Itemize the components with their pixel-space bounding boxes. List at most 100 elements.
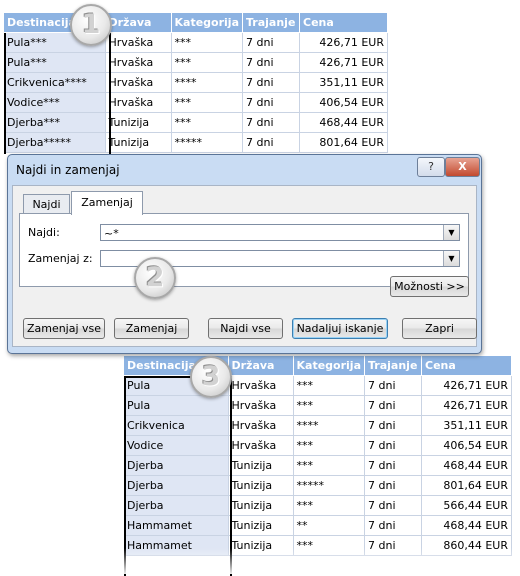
- table-cell[interactable]: 7 dni: [242, 32, 300, 53]
- table-cell[interactable]: ***: [293, 535, 365, 556]
- tab-najdi[interactable]: Najdi: [23, 194, 70, 214]
- table-cell[interactable]: 406,54 EUR: [299, 92, 388, 113]
- table-cell[interactable]: Hrvaška: [228, 395, 294, 416]
- table-cell[interactable]: Djerba: [124, 455, 229, 476]
- table-cell[interactable]: 801,64 EUR: [299, 132, 388, 153]
- table-cell[interactable]: 468,44 EUR: [421, 515, 512, 536]
- table-cell[interactable]: Hrvaška: [228, 375, 294, 396]
- column-header[interactable]: Cena: [421, 356, 512, 376]
- table-cell[interactable]: ***: [293, 455, 365, 476]
- table-cell[interactable]: *****: [171, 132, 243, 153]
- table-cell[interactable]: 426,71 EUR: [299, 32, 388, 53]
- find-all-button[interactable]: Najdi vse: [208, 318, 283, 339]
- table-cell[interactable]: Pula***: [4, 52, 106, 73]
- chevron-down-icon[interactable]: ▼: [443, 251, 459, 266]
- table-cell[interactable]: 406,54 EUR: [421, 435, 512, 456]
- table-row: Djerba***** Tunizija ***** 7 dni 801,64 EUR: [4, 132, 388, 153]
- table-cell[interactable]: 566,44 EUR: [421, 495, 512, 516]
- options-button[interactable]: Možnosti >>: [390, 276, 469, 297]
- table-cell[interactable]: 7 dni: [364, 395, 422, 416]
- table-cell[interactable]: 7 dni: [242, 72, 300, 93]
- table-cell[interactable]: ****: [171, 72, 243, 93]
- table-cell[interactable]: Tunizija: [105, 112, 172, 133]
- table-cell[interactable]: 351,11 EUR: [299, 72, 388, 93]
- column-header[interactable]: Trajanje: [242, 13, 300, 33]
- table-cell[interactable]: 7 dni: [242, 92, 300, 113]
- table-cell[interactable]: Hrvaška: [105, 92, 172, 113]
- table-row: Vodice*** Hrvaška *** 7 dni 406,54 EUR: [4, 92, 388, 113]
- table-row: Pula*** Hrvaška *** 7 dni 426,71 EUR: [4, 52, 388, 73]
- table-cell[interactable]: 426,71 EUR: [421, 375, 512, 396]
- table-cell[interactable]: 7 dni: [364, 375, 422, 396]
- table-cell[interactable]: Djerba: [124, 475, 229, 496]
- table-cell[interactable]: Hrvaška: [105, 52, 172, 73]
- column-header[interactable]: Država: [228, 356, 294, 376]
- table-cell[interactable]: Hrvaška: [105, 72, 172, 93]
- find-next-button[interactable]: Nadaljuj iskanje: [292, 318, 388, 339]
- table-cell[interactable]: Tunizija: [228, 495, 294, 516]
- table-cell[interactable]: Vodice: [124, 435, 229, 456]
- find-replace-dialog: Najdi in zamenjaj ? X Najdi Zamenjaj Naj…: [7, 154, 482, 354]
- table-cell[interactable]: ***: [293, 395, 365, 416]
- table-cell[interactable]: 7 dni: [364, 455, 422, 476]
- table-cell[interactable]: 7 dni: [364, 415, 422, 436]
- table-cell[interactable]: ***: [171, 52, 243, 73]
- table-cell[interactable]: 7 dni: [364, 535, 422, 556]
- table-cell[interactable]: ****: [293, 415, 365, 436]
- replace-button[interactable]: Zamenjaj: [114, 318, 189, 339]
- table-cell[interactable]: 7 dni: [242, 132, 300, 153]
- table-cell[interactable]: Hammamet: [124, 535, 229, 556]
- table-cell[interactable]: 860,44 EUR: [421, 535, 512, 556]
- close-window-button[interactable]: X: [445, 157, 480, 177]
- table-cell[interactable]: Hrvaška: [105, 32, 172, 53]
- table-cell[interactable]: 7 dni: [364, 515, 422, 536]
- table-cell[interactable]: Vodice***: [4, 92, 106, 113]
- table-cell[interactable]: 351,11 EUR: [421, 415, 512, 436]
- table-cell[interactable]: 7 dni: [364, 435, 422, 456]
- chevron-down-icon[interactable]: ▼: [443, 225, 459, 240]
- tab-zamenjaj[interactable]: Zamenjaj: [71, 191, 143, 215]
- column-header[interactable]: Cena: [299, 13, 388, 33]
- replace-all-button[interactable]: Zamenjaj vse: [23, 318, 105, 339]
- table-cell[interactable]: ***: [171, 32, 243, 53]
- table-cell[interactable]: 468,44 EUR: [299, 112, 388, 133]
- column-header[interactable]: Država: [105, 13, 172, 33]
- table-cell[interactable]: ***: [293, 435, 365, 456]
- table-cell[interactable]: Crikvenica****: [4, 72, 106, 93]
- table-cell[interactable]: 426,71 EUR: [299, 52, 388, 73]
- table-cell[interactable]: *****: [293, 475, 365, 496]
- table-cell[interactable]: Djerba***: [4, 112, 106, 133]
- table-cell[interactable]: 468,44 EUR: [421, 455, 512, 476]
- column-header[interactable]: Kategorija: [293, 356, 365, 376]
- table-cell[interactable]: ***: [293, 495, 365, 516]
- table-cell[interactable]: 7 dni: [242, 52, 300, 73]
- table-cell[interactable]: Hrvaška: [228, 415, 294, 436]
- table-cell[interactable]: Tunizija: [228, 535, 294, 556]
- column-header[interactable]: Kategorija: [171, 13, 243, 33]
- table-cell[interactable]: **: [293, 515, 365, 536]
- table-cell[interactable]: Tunizija: [228, 455, 294, 476]
- table-cell[interactable]: Djerba*****: [4, 132, 106, 153]
- table-cell[interactable]: ***: [293, 375, 365, 396]
- table-cell[interactable]: Tunizija: [228, 475, 294, 496]
- table-cell[interactable]: 7 dni: [364, 495, 422, 516]
- table-cell[interactable]: Pula: [124, 395, 229, 416]
- close-button[interactable]: Zapri: [402, 318, 477, 339]
- column-header[interactable]: Trajanje: [364, 356, 422, 376]
- table-cell[interactable]: 7 dni: [364, 475, 422, 496]
- table-cell[interactable]: 7 dni: [242, 112, 300, 133]
- table-row: Hammamet Tunizija *** 7 dni 860,44 EUR: [124, 535, 512, 556]
- table-cell[interactable]: Crikvenica: [124, 415, 229, 436]
- table-cell[interactable]: Djerba: [124, 495, 229, 516]
- table-cell[interactable]: Tunizija: [105, 132, 172, 153]
- table-cell[interactable]: 426,71 EUR: [421, 395, 512, 416]
- table-cell[interactable]: ***: [171, 92, 243, 113]
- find-input[interactable]: ~* ▼: [100, 224, 460, 241]
- table-cell[interactable]: Hrvaška: [228, 435, 294, 456]
- table-cell[interactable]: 801,64 EUR: [421, 475, 512, 496]
- help-button[interactable]: ?: [417, 157, 445, 177]
- table-cell[interactable]: ***: [171, 112, 243, 133]
- table-cell[interactable]: Tunizija: [228, 515, 294, 536]
- table-body: Pula*** Hrvaška *** 7 dni 426,71 EUR Pula*** H…: [4, 32, 388, 153]
- table-cell[interactable]: Hammamet: [124, 515, 229, 536]
